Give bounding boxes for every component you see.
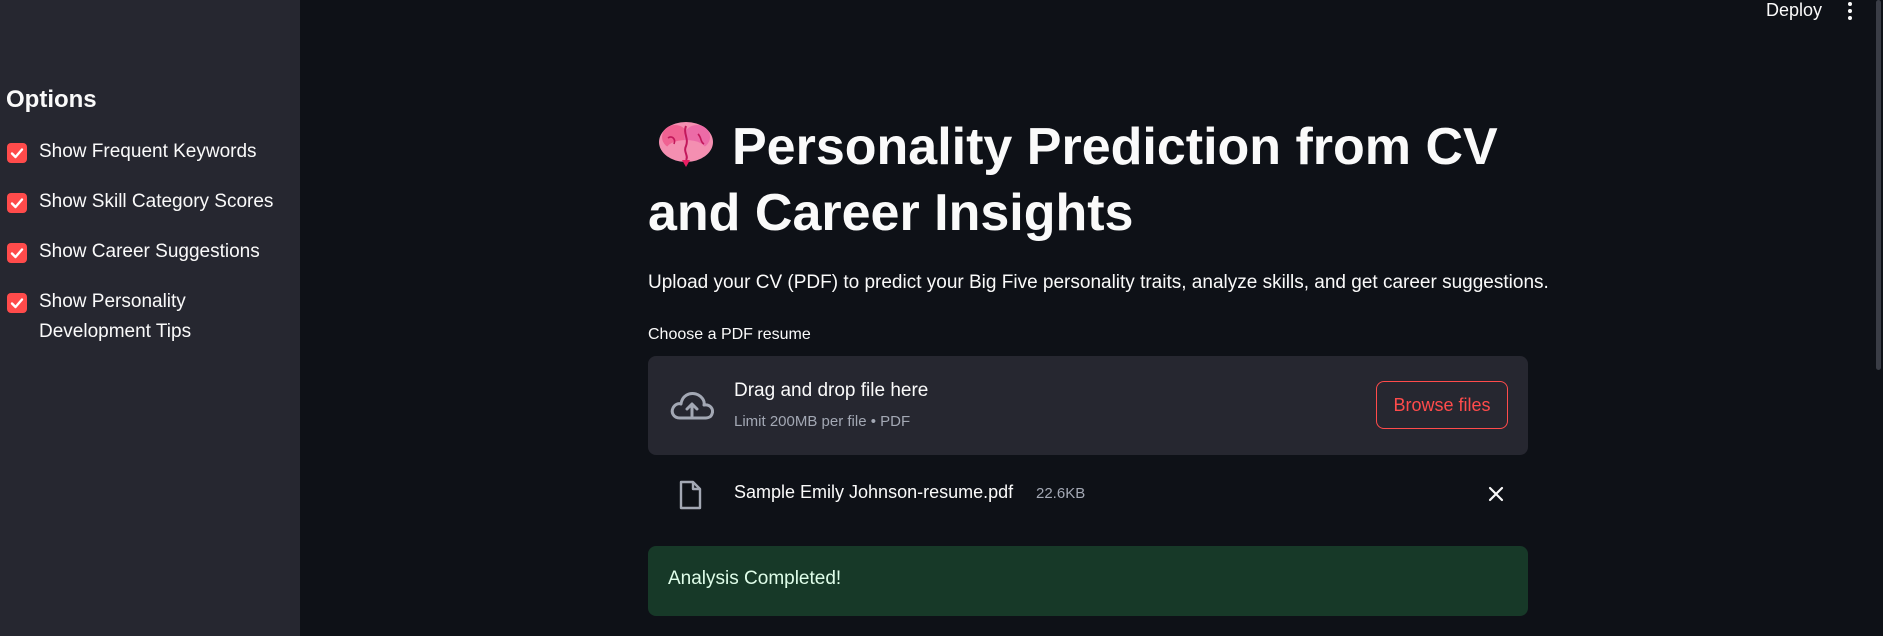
page-title: Personality Prediction from CV and Caree… — [648, 118, 1498, 242]
option-label: Show Personality Development Tips — [39, 291, 192, 342]
uploaded-file-row: Sample Emily Johnson-resume.pdf 22.6KB — [648, 470, 1528, 518]
page-title-row: Personality Prediction from CV and Caree… — [648, 114, 1528, 246]
sidebar-title: Options — [6, 86, 97, 113]
option-show-frequent-keywords[interactable]: Show Frequent Keywords — [7, 141, 279, 167]
option-show-skill-category-scores[interactable]: Show Skill Category Scores — [7, 191, 279, 217]
checkbox-check-icon[interactable] — [7, 243, 27, 263]
success-alert: Analysis Completed! — [648, 546, 1528, 616]
success-message: Analysis Completed! — [668, 568, 842, 589]
checkbox-check-icon[interactable] — [7, 143, 27, 163]
brain-icon — [659, 122, 713, 167]
scrollbar[interactable] — [1874, 0, 1883, 636]
kebab-menu-icon[interactable] — [1840, 0, 1860, 22]
browse-files-button[interactable]: Browse files — [1376, 381, 1508, 429]
page-subtitle: Upload your CV (PDF) to predict your Big… — [648, 272, 1549, 293]
checkbox-check-icon[interactable] — [7, 293, 27, 313]
uploader-label: Choose a PDF resume — [648, 326, 811, 343]
checkbox-check-icon[interactable] — [7, 193, 27, 213]
option-label: Show Frequent Keywords — [39, 141, 257, 162]
option-label: Show Career Suggestions — [39, 241, 260, 262]
file-icon — [679, 480, 702, 510]
dropzone-instructions: Drag and drop file here — [734, 380, 929, 401]
cloud-upload-icon — [670, 392, 714, 420]
file-dropzone[interactable]: Drag and drop file here Limit 200MB per … — [648, 356, 1528, 455]
app-root: Options Show Frequent Keywords Show Skil… — [0, 0, 1883, 636]
option-show-career-suggestions[interactable]: Show Career Suggestions — [7, 241, 279, 267]
scrollbar-thumb[interactable] — [1876, 0, 1881, 370]
option-label: Show Skill Category Scores — [39, 191, 274, 212]
close-icon[interactable] — [1486, 484, 1506, 504]
option-show-personality-development-tips[interactable]: Show Personality Development Tips — [7, 291, 279, 347]
deploy-button[interactable]: Deploy — [1766, 0, 1822, 21]
sidebar: Options Show Frequent Keywords Show Skil… — [0, 0, 300, 636]
dropzone-limit: Limit 200MB per file • PDF — [734, 413, 911, 430]
uploaded-file-name: Sample Emily Johnson-resume.pdf — [734, 482, 1014, 502]
uploaded-file-size: 22.6KB — [1036, 485, 1086, 502]
